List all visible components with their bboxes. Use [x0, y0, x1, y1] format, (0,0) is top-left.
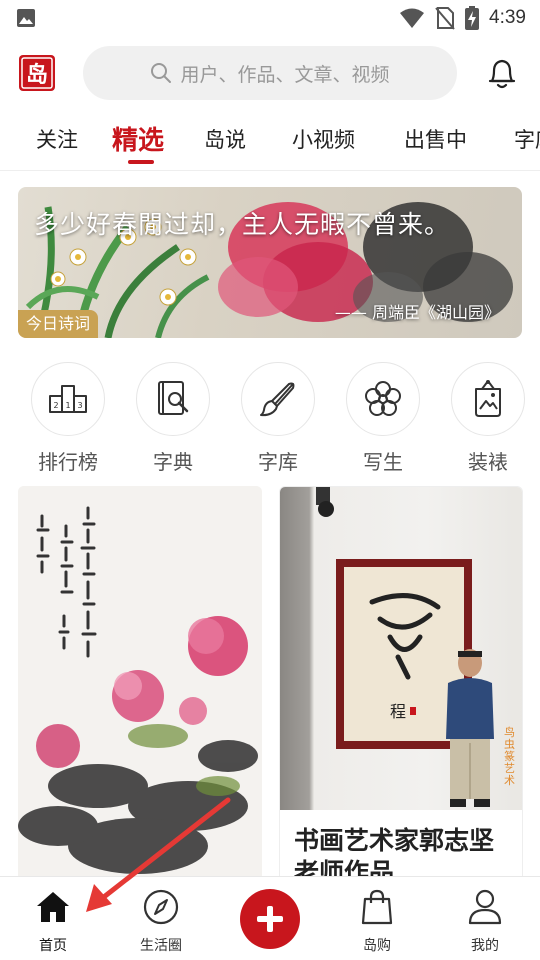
podium-icon: 2 1 3 [49, 385, 87, 413]
flower-icon [365, 381, 401, 416]
logo-glyph: 岛 [26, 62, 48, 88]
category-mounting[interactable]: 装裱 [451, 362, 525, 475]
app-logo[interactable]: 岛 [18, 54, 56, 92]
gallery-icon [17, 9, 35, 27]
person-icon [468, 889, 502, 925]
wifi-icon [400, 8, 425, 28]
bottom-navigation: 首页 生活圈 岛购 我的 [0, 876, 540, 960]
article-card[interactable]: 程 鸟虫篆艺术 书画艺术家郭志坚老师作品 [279, 486, 523, 886]
poem-banner[interactable]: 多少好春閒过却，主人无暇不曾来。 —— 周端臣《湖山园》 今日诗词 [18, 187, 522, 338]
tab-follow[interactable]: 关注 [36, 124, 78, 154]
category-label: 写生 [363, 450, 403, 474]
category-dictionary[interactable]: 字典 [136, 362, 210, 475]
svg-text:程: 程 [390, 702, 406, 721]
frame-icon [475, 380, 501, 417]
category-tabs: 关注 精选 岛说 小视频 出售中 字库 [0, 112, 540, 170]
category-ranking[interactable]: 2 1 3 排行榜 [31, 362, 105, 475]
category-label: 排行榜 [38, 450, 98, 474]
nav-island-shop[interactable]: 岛购 [337, 889, 417, 955]
nav-home[interactable]: 首页 [13, 889, 93, 955]
exhibition-scene: 程 [316, 487, 494, 807]
category-sketch[interactable]: 写生 [346, 362, 420, 475]
search-bar[interactable]: 用户、作品、文章、视频 [83, 46, 457, 100]
shopping-bag-icon [361, 889, 393, 925]
home-icon [37, 892, 69, 922]
tab-featured[interactable]: 精选 [112, 120, 164, 157]
brush-icon [260, 382, 295, 417]
nav-label: 首页 [39, 938, 67, 954]
tab-on-sale[interactable]: 出售中 [404, 124, 467, 154]
nav-label: 我的 [471, 938, 499, 954]
nav-label: 生活圈 [140, 938, 182, 954]
tab-island-talk[interactable]: 岛说 [204, 124, 246, 154]
publish-button[interactable] [240, 889, 300, 949]
divider [0, 170, 540, 171]
category-label: 字库 [258, 450, 298, 474]
battery-charging-icon [465, 6, 480, 30]
vertical-brand-label: 鸟虫篆艺术 [504, 726, 515, 787]
dictionary-icon [158, 381, 189, 415]
compass-icon [143, 889, 179, 925]
active-tab-indicator [128, 160, 154, 164]
poem-text: 多少好春閒过却，主人无暇不曾来。 [34, 210, 451, 239]
status-bar: 4:39 [0, 0, 540, 36]
poem-source: —— 周端臣《湖山园》 [334, 303, 500, 322]
category-label: 装裱 [468, 450, 508, 474]
peony-painting-image [18, 486, 262, 886]
svg-text:1: 1 [65, 401, 70, 410]
tab-font-library[interactable]: 字库 [514, 124, 540, 154]
search-icon [151, 63, 172, 83]
exhibition-photo: 程 [280, 487, 522, 810]
artwork-card[interactable] [18, 486, 262, 886]
search-placeholder: 用户、作品、文章、视频 [180, 63, 390, 86]
nav-life-circle[interactable]: 生活圈 [121, 889, 201, 955]
no-sim-icon [435, 7, 455, 30]
nav-me[interactable]: 我的 [445, 889, 525, 955]
nav-label: 岛购 [363, 938, 391, 954]
daily-poem-tag: 今日诗词 [18, 310, 99, 338]
plus-icon [257, 906, 283, 932]
tab-short-video[interactable]: 小视频 [292, 124, 355, 154]
svg-text:3: 3 [77, 401, 82, 410]
svg-text:2: 2 [53, 401, 58, 410]
category-shortcuts: 2 1 3 排行榜 字典 字库 写生 装裱 [0, 362, 540, 475]
app-header: 岛 用户、作品、文章、视频 [0, 36, 540, 110]
bell-icon[interactable] [486, 56, 518, 90]
clock: 4:39 [489, 7, 526, 28]
category-font-library[interactable]: 字库 [241, 362, 315, 475]
category-label: 字典 [153, 450, 193, 474]
